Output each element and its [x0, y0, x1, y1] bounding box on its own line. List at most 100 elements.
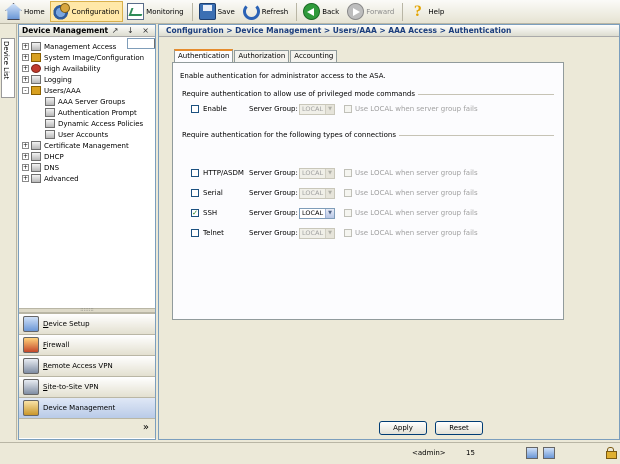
expand-icon[interactable]: + — [22, 175, 29, 182]
device-setup-icon — [23, 316, 39, 332]
server-group-select[interactable]: LOCAL ▼ — [299, 168, 335, 179]
more-nav-button[interactable]: » — [19, 418, 155, 438]
use-local-checkbox[interactable] — [344, 105, 352, 113]
use-local-label: Use LOCAL when server group fails — [355, 105, 478, 113]
tab-authentication[interactable]: Authentication — [174, 49, 234, 62]
configuration-button[interactable]: Configuration — [49, 1, 124, 22]
expand-icon[interactable]: + — [22, 65, 29, 72]
expand-icon[interactable]: + — [22, 164, 29, 171]
tree-node-label: DHCP — [44, 152, 64, 161]
tree-node[interactable]: AAA Access — [127, 38, 155, 49]
tree-node-icon — [45, 108, 55, 117]
server-group-select[interactable]: LOCAL ▼ — [299, 104, 335, 115]
main-toolbar: Home Configuration Monitoring Save Refre… — [0, 0, 620, 24]
status-user: <admin> — [412, 449, 446, 457]
nav-site-to-site-vpn[interactable]: Site-to-Site VPN — [19, 376, 155, 397]
auth-row-httpasdm: HTTP/ASDM Server Group: LOCAL ▼ Use LOCAL wh… — [191, 168, 561, 180]
auth-label: Serial — [203, 189, 223, 197]
network-status-icon — [526, 447, 538, 459]
tree-node[interactable]: + High Availability — [19, 63, 155, 74]
tree-node[interactable]: + DNS — [19, 162, 155, 173]
use-local-checkbox[interactable] — [344, 209, 352, 217]
refresh-button[interactable]: Refresh — [240, 1, 292, 22]
nav-device-management[interactable]: Device Management — [19, 397, 155, 418]
help-button[interactable]: ? Help — [406, 1, 448, 22]
panel-controls[interactable]: ↗ ↓ × — [112, 26, 152, 35]
nav-firewall[interactable]: Firewall — [19, 334, 155, 355]
use-local-checkbox[interactable] — [344, 229, 352, 237]
nav-device-setup[interactable]: Device Setup — [19, 313, 155, 334]
auth-checkbox[interactable] — [191, 169, 199, 177]
tree-node[interactable]: + Logging — [19, 74, 155, 85]
auth-label: SSH — [203, 209, 218, 217]
save-icon — [198, 3, 216, 20]
use-local-checkbox[interactable] — [344, 189, 352, 197]
collapse-icon[interactable]: - — [22, 87, 29, 94]
save-button[interactable]: Save — [196, 1, 239, 22]
server-group-select[interactable]: LOCAL ▼ — [299, 228, 335, 239]
tree-node[interactable]: Authentication Prompt — [19, 107, 155, 118]
tree-node-label: Dynamic Access Policies — [58, 119, 144, 128]
tree-node[interactable]: + DHCP — [19, 151, 155, 162]
reset-button[interactable]: Reset — [435, 421, 483, 435]
tab-accounting[interactable]: Accounting — [290, 50, 338, 62]
expand-icon[interactable]: + — [22, 76, 29, 83]
chevron-down-icon: ▼ — [325, 209, 334, 218]
forward-button[interactable]: Forward — [344, 1, 398, 22]
tree-node[interactable]: User Accounts — [19, 129, 155, 140]
tree-node[interactable]: AAA Server Groups — [19, 96, 155, 107]
intro-text: Enable authentication for administrator … — [180, 72, 386, 80]
auth-label: HTTP/ASDM — [203, 169, 244, 177]
device-management-panel: Device Management ↗ ↓ × + Management Acce… — [18, 24, 156, 440]
server-group-label: Server Group: — [249, 229, 298, 237]
tree-node-label: Logging — [44, 75, 72, 84]
expand-icon[interactable]: + — [22, 54, 29, 61]
status-count: 15 — [466, 449, 475, 457]
forward-icon — [347, 3, 365, 20]
server-group-label: Server Group: — [249, 209, 298, 217]
use-local-checkbox[interactable] — [344, 169, 352, 177]
tree-node-icon — [31, 86, 41, 95]
chevron-down-icon: ▼ — [325, 169, 334, 178]
tree-node[interactable]: + System Image/Configuration — [19, 52, 155, 63]
tree-node-icon — [31, 64, 41, 73]
auth-checkbox[interactable] — [191, 189, 199, 197]
tree-node-icon — [31, 53, 41, 62]
use-local-label: Use LOCAL when server group fails — [355, 169, 478, 177]
firewall-icon — [23, 337, 39, 353]
device-list-tab[interactable]: Device List — [1, 38, 15, 98]
tree-node-label: User Accounts — [58, 130, 109, 139]
expand-icon[interactable]: + — [22, 153, 29, 160]
lock-icon — [606, 447, 617, 459]
panel-header: Device Management ↗ ↓ × — [19, 25, 155, 37]
monitoring-button[interactable]: Monitoring — [124, 1, 187, 22]
remote-access-vpn-icon — [23, 358, 39, 374]
auth-row-ssh: ✓ SSH Server Group: LOCAL ▼ Use LOCAL when se… — [191, 208, 561, 220]
apply-button[interactable]: Apply — [379, 421, 427, 435]
tree-node-label: AAA Server Groups — [58, 97, 126, 106]
expand-icon[interactable]: + — [22, 142, 29, 149]
auth-row-enable: Enable Server Group: LOCAL ▼ Use LOCAL when … — [191, 104, 561, 116]
tree-node-icon — [31, 141, 41, 150]
back-button[interactable]: Back — [300, 1, 343, 22]
feature-nav-list: Device Setup Firewall Remote Access VPN … — [19, 313, 155, 438]
tree-node-icon — [45, 97, 55, 106]
tree-node[interactable]: Dynamic Access Policies — [19, 118, 155, 129]
toolbar-separator — [402, 2, 404, 21]
tree-node[interactable]: + Certificate Management — [19, 140, 155, 151]
device-list-sidebar: Device List — [0, 24, 17, 440]
tree-node[interactable]: - Users/AAA — [19, 85, 155, 96]
auth-checkbox[interactable] — [191, 105, 199, 113]
server-group-select[interactable]: LOCAL ▼ — [299, 208, 335, 219]
nav-remote-access-vpn[interactable]: Remote Access VPN — [19, 355, 155, 376]
home-button[interactable]: Home — [2, 1, 49, 22]
auth-checkbox[interactable] — [191, 229, 199, 237]
tree-node[interactable]: + Advanced — [19, 173, 155, 184]
server-group-select[interactable]: LOCAL ▼ — [299, 188, 335, 199]
tree-node-icon — [31, 174, 41, 183]
tab-authorization[interactable]: Authorization — [234, 50, 290, 62]
expand-icon[interactable]: + — [22, 43, 29, 50]
auth-checkbox[interactable]: ✓ — [191, 209, 199, 217]
tree-node-label: Users/AAA — [44, 86, 81, 95]
tree-node-label: System Image/Configuration — [44, 53, 145, 62]
